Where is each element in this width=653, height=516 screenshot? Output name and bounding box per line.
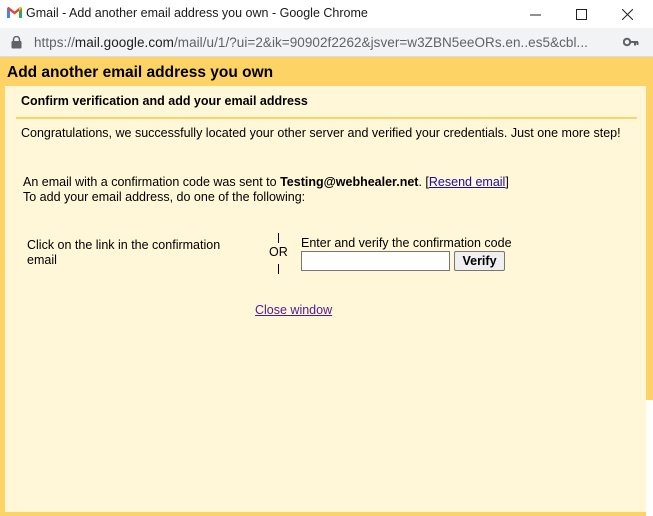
resend-email-link[interactable]: Resend email [429,175,505,189]
confirmation-code-input[interactable] [301,251,450,271]
page-title: Add another email address you own [7,64,274,81]
sent-close: ] [505,175,509,189]
close-window-link[interactable]: Close window [255,303,332,317]
section-title: Confirm verification and add your email … [21,94,308,108]
or-separator-top [278,233,279,243]
content-panel: Confirm verification and add your email … [5,86,646,512]
window-titlebar: Gmail - Add another email address you ow… [0,0,653,28]
enter-code-label: Enter and verify the confirmation code [301,236,512,250]
close-button[interactable] [604,0,650,28]
or-label: OR [269,245,288,259]
minimize-icon [529,14,541,15]
window-title: Gmail - Add another email address you ow… [26,6,368,20]
dialog-page: Add another email address you own Confir… [0,57,653,516]
sent-email: Testing@webhealer.net [280,175,419,189]
url-text[interactable]: https://mail.google.com/mail/u/1/?ui=2&i… [34,35,588,50]
sent-line: An email with a confirmation code was se… [23,175,509,190]
instructions-text: To add your email address, do one of the… [23,190,306,204]
or-separator-bottom [278,264,279,274]
sent-suffix: . [ [418,175,429,189]
address-bar[interactable]: https://mail.google.com/mail/u/1/?ui=2&i… [0,28,653,57]
minimize-button[interactable] [512,0,558,28]
lock-icon[interactable] [11,36,22,49]
gmail-logo-icon [7,6,22,18]
key-icon[interactable] [623,37,639,47]
sent-prefix: An email with a confirmation code was se… [23,175,281,189]
maximize-icon [575,8,587,20]
click-link-instruction: Click on the link in the confirmation em… [27,238,221,267]
close-icon [621,8,633,20]
congrats-text: Congratulations, we successfully located… [21,126,621,140]
url-rest: /mail/u/1/?ui=2&ik=90902f2262&jsver=w3ZB… [173,35,588,50]
scrollbar[interactable] [646,400,653,516]
maximize-button[interactable] [558,0,604,28]
url-host: mail.google.com [74,35,174,50]
url-prefix: https:// [34,35,75,50]
divider [16,117,637,119]
verify-button[interactable]: Verify [454,251,505,271]
